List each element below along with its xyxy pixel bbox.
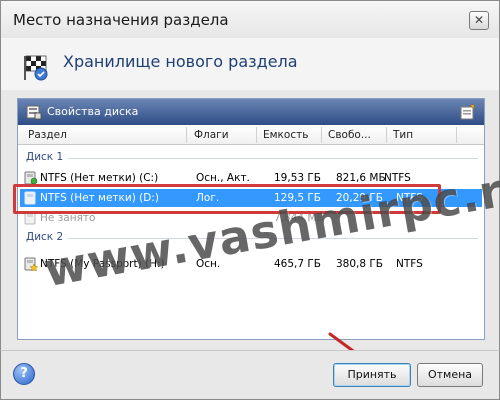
page-title: Хранилище нового раздела	[63, 52, 298, 71]
disk-group-label: Диск 1	[26, 151, 64, 163]
close-button[interactable]: ✕	[469, 11, 489, 30]
partition-flags: Осн., Акт.	[196, 172, 250, 184]
column-header-type[interactable]: Тип	[393, 129, 413, 141]
wizard-header: Хранилище нового раздела	[0, 38, 500, 90]
cancel-button[interactable]: Отмена	[417, 363, 483, 387]
column-separator[interactable]	[456, 127, 457, 143]
column-header-row: Раздел Флаги Емкость Свобо... Тип	[18, 125, 484, 145]
disk-properties-icon	[26, 105, 42, 120]
column-header-partition[interactable]: Раздел	[28, 129, 67, 141]
edit-properties-icon[interactable]	[460, 104, 476, 120]
partition-name: NTFS (Нет метки) (C:)	[40, 172, 159, 184]
partition-icon	[24, 257, 38, 271]
panel-header: Свойства диска	[18, 99, 484, 125]
column-header-flags[interactable]: Флаги	[194, 129, 229, 141]
partition-free: 380,8 ГБ	[336, 258, 384, 270]
dialog-footer: ? Принять Отмена	[0, 350, 500, 400]
column-separator[interactable]	[186, 127, 187, 143]
group-divider	[68, 158, 478, 159]
help-button[interactable]: ?	[13, 363, 35, 385]
checkered-flag-icon	[24, 55, 48, 81]
column-separator[interactable]	[386, 127, 387, 143]
title-bar: Место назначения раздела ✕	[0, 0, 500, 38]
partition-icon	[24, 171, 38, 185]
column-separator[interactable]	[256, 127, 257, 143]
partition-capacity: 19,53 ГБ	[274, 172, 322, 184]
column-header-free[interactable]: Свобо...	[328, 129, 371, 141]
panel-title: Свойства диска	[47, 105, 139, 118]
column-header-capacity[interactable]: Емкость	[263, 129, 308, 141]
partition-capacity: 465,7 ГБ	[274, 258, 322, 270]
partition-free: 821,6 МБ	[336, 172, 386, 184]
accept-button[interactable]: Принять	[333, 363, 411, 387]
column-separator[interactable]	[321, 127, 322, 143]
window-title: Место назначения раздела	[13, 11, 229, 29]
partition-type: NTFS	[396, 258, 423, 270]
